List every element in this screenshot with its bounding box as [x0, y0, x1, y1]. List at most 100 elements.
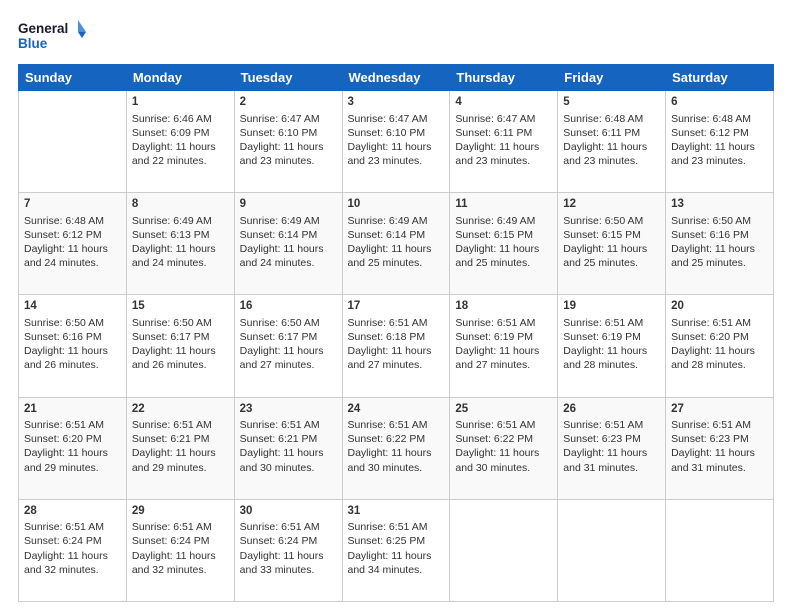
- table-row: 5Sunrise: 6:48 AM Sunset: 6:11 PM Daylig…: [558, 91, 666, 193]
- day-info: Sunrise: 6:51 AM Sunset: 6:22 PM Dayligh…: [348, 419, 432, 474]
- day-number: 10: [348, 197, 445, 213]
- day-number: 1: [132, 95, 229, 111]
- table-row: 2 Sunrise: 6:47 AM Sunset: 6:10 PM Daylig…: [234, 91, 342, 193]
- day-info: Sunrise: 6:48 AM Sunset: 6:11 PM Dayligh…: [563, 113, 647, 168]
- day-info: Sunrise: 6:51 AM Sunset: 6:25 PM Dayligh…: [348, 521, 432, 576]
- day-info: Sunrise: 6:47 AM Sunset: 6:10 PM Dayligh…: [240, 113, 324, 168]
- table-row: 24Sunrise: 6:51 AM Sunset: 6:22 PM Dayli…: [342, 397, 450, 499]
- day-info: Sunrise: 6:50 AM Sunset: 6:17 PM Dayligh…: [132, 317, 216, 372]
- day-number: 26: [563, 402, 660, 418]
- day-info: Sunrise: 6:51 AM Sunset: 6:24 PM Dayligh…: [24, 521, 108, 576]
- table-row: 19 Sunrise: 6:51 AM Sunset: 6:19 PM Dayli…: [558, 295, 666, 397]
- logo-svg: General Blue: [18, 18, 86, 54]
- day-number: 25: [455, 402, 552, 418]
- day-number: 24: [348, 402, 445, 418]
- table-row: 28Sunrise: 6:51 AM Sunset: 6:24 PM Dayli…: [19, 499, 127, 601]
- table-row: 6Sunrise: 6:48 AM Sunset: 6:12 PM Daylig…: [666, 91, 774, 193]
- table-row: 7 Sunrise: 6:48 AM Sunset: 6:12 PM Daylig…: [19, 193, 127, 295]
- day-info: Sunrise: 6:51 AM Sunset: 6:21 PM Dayligh…: [132, 419, 216, 474]
- table-row: 21Sunrise: 6:51 AM Sunset: 6:20 PM Dayli…: [19, 397, 127, 499]
- day-info: Sunrise: 6:47 AM Sunset: 6:11 PM Dayligh…: [455, 113, 539, 168]
- table-row: 4 Sunrise: 6:47 AM Sunset: 6:11 PM Daylig…: [450, 91, 558, 193]
- table-row: 10 Sunrise: 6:49 AM Sunset: 6:14 PM Dayli…: [342, 193, 450, 295]
- day-info: Sunrise: 6:49 AM Sunset: 6:13 PM Dayligh…: [132, 215, 216, 270]
- page: General Blue SundayMondayTuesdayWednesda…: [0, 0, 792, 612]
- day-info: Sunrise: 6:49 AM Sunset: 6:14 PM Dayligh…: [348, 215, 432, 270]
- day-number: 15: [132, 299, 229, 315]
- table-row: 27Sunrise: 6:51 AM Sunset: 6:23 PM Dayli…: [666, 397, 774, 499]
- table-row: 9 Sunrise: 6:49 AM Sunset: 6:14 PM Daylig…: [234, 193, 342, 295]
- day-number: 30: [240, 504, 337, 520]
- day-number: 4: [455, 95, 552, 111]
- table-row: 17Sunrise: 6:51 AM Sunset: 6:18 PM Dayli…: [342, 295, 450, 397]
- day-info: Sunrise: 6:50 AM Sunset: 6:16 PM Dayligh…: [24, 317, 108, 372]
- table-row: [666, 499, 774, 601]
- day-info: Sunrise: 6:51 AM Sunset: 6:23 PM Dayligh…: [563, 419, 647, 474]
- table-row: 29Sunrise: 6:51 AM Sunset: 6:24 PM Dayli…: [126, 499, 234, 601]
- day-info: Sunrise: 6:49 AM Sunset: 6:15 PM Dayligh…: [455, 215, 539, 270]
- svg-text:General: General: [18, 21, 68, 36]
- table-row: [450, 499, 558, 601]
- day-number: 7: [24, 197, 121, 213]
- day-info: Sunrise: 6:51 AM Sunset: 6:22 PM Dayligh…: [455, 419, 539, 474]
- day-info: Sunrise: 6:51 AM Sunset: 6:24 PM Dayligh…: [240, 521, 324, 576]
- day-info: Sunrise: 6:51 AM Sunset: 6:20 PM Dayligh…: [671, 317, 755, 372]
- day-info: Sunrise: 6:48 AM Sunset: 6:12 PM Dayligh…: [671, 113, 755, 168]
- day-info: Sunrise: 6:51 AM Sunset: 6:21 PM Dayligh…: [240, 419, 324, 474]
- table-row: 16Sunrise: 6:50 AM Sunset: 6:17 PM Dayli…: [234, 295, 342, 397]
- table-row: [558, 499, 666, 601]
- day-number: 14: [24, 299, 121, 315]
- table-row: 25Sunrise: 6:51 AM Sunset: 6:22 PM Dayli…: [450, 397, 558, 499]
- table-row: 31Sunrise: 6:51 AM Sunset: 6:25 PM Dayli…: [342, 499, 450, 601]
- svg-text:Blue: Blue: [18, 36, 48, 51]
- day-number: 22: [132, 402, 229, 418]
- table-row: 30Sunrise: 6:51 AM Sunset: 6:24 PM Dayli…: [234, 499, 342, 601]
- day-info: Sunrise: 6:49 AM Sunset: 6:14 PM Dayligh…: [240, 215, 324, 270]
- day-info: Sunrise: 6:48 AM Sunset: 6:12 PM Dayligh…: [24, 215, 108, 270]
- col-header-sunday: Sunday: [19, 65, 127, 91]
- day-info: Sunrise: 6:51 AM Sunset: 6:19 PM Dayligh…: [455, 317, 539, 372]
- col-header-monday: Monday: [126, 65, 234, 91]
- day-number: 27: [671, 402, 768, 418]
- day-info: Sunrise: 6:46 AM Sunset: 6:09 PM Dayligh…: [132, 113, 216, 168]
- day-info: Sunrise: 6:51 AM Sunset: 6:24 PM Dayligh…: [132, 521, 216, 576]
- day-number: 13: [671, 197, 768, 213]
- table-row: 13 Sunrise: 6:50 AM Sunset: 6:16 PM Dayli…: [666, 193, 774, 295]
- table-row: 23Sunrise: 6:51 AM Sunset: 6:21 PM Dayli…: [234, 397, 342, 499]
- col-header-wednesday: Wednesday: [342, 65, 450, 91]
- table-row: 26Sunrise: 6:51 AM Sunset: 6:23 PM Dayli…: [558, 397, 666, 499]
- table-row: 22Sunrise: 6:51 AM Sunset: 6:21 PM Dayli…: [126, 397, 234, 499]
- day-number: 31: [348, 504, 445, 520]
- table-row: 15 Sunrise: 6:50 AM Sunset: 6:17 PM Dayli…: [126, 295, 234, 397]
- col-header-tuesday: Tuesday: [234, 65, 342, 91]
- day-number: 21: [24, 402, 121, 418]
- calendar-table: SundayMondayTuesdayWednesdayThursdayFrid…: [18, 64, 774, 602]
- day-info: Sunrise: 6:50 AM Sunset: 6:15 PM Dayligh…: [563, 215, 647, 270]
- col-header-thursday: Thursday: [450, 65, 558, 91]
- table-row: 1 Sunrise: 6:46 AM Sunset: 6:09 PM Daylig…: [126, 91, 234, 193]
- day-number: 28: [24, 504, 121, 520]
- day-number: 20: [671, 299, 768, 315]
- header: General Blue: [18, 18, 774, 54]
- table-row: 18 Sunrise: 6:51 AM Sunset: 6:19 PM Dayli…: [450, 295, 558, 397]
- day-number: 9: [240, 197, 337, 213]
- day-info: Sunrise: 6:51 AM Sunset: 6:23 PM Dayligh…: [671, 419, 755, 474]
- day-number: 8: [132, 197, 229, 213]
- day-info: Sunrise: 6:51 AM Sunset: 6:19 PM Dayligh…: [563, 317, 647, 372]
- day-number: 2: [240, 95, 337, 111]
- col-header-friday: Friday: [558, 65, 666, 91]
- table-row: [19, 91, 127, 193]
- day-number: 23: [240, 402, 337, 418]
- table-row: 20 Sunrise: 6:51 AM Sunset: 6:20 PM Dayli…: [666, 295, 774, 397]
- day-number: 19: [563, 299, 660, 315]
- table-row: 14 Sunrise: 6:50 AM Sunset: 6:16 PM Dayli…: [19, 295, 127, 397]
- day-number: 11: [455, 197, 552, 213]
- day-info: Sunrise: 6:47 AM Sunset: 6:10 PM Dayligh…: [348, 113, 432, 168]
- day-number: 18: [455, 299, 552, 315]
- day-info: Sunrise: 6:51 AM Sunset: 6:20 PM Dayligh…: [24, 419, 108, 474]
- day-info: Sunrise: 6:50 AM Sunset: 6:16 PM Dayligh…: [671, 215, 755, 270]
- table-row: 11 Sunrise: 6:49 AM Sunset: 6:15 PM Dayli…: [450, 193, 558, 295]
- day-number: 17: [348, 299, 445, 315]
- logo: General Blue: [18, 18, 86, 54]
- table-row: 12Sunrise: 6:50 AM Sunset: 6:15 PM Dayli…: [558, 193, 666, 295]
